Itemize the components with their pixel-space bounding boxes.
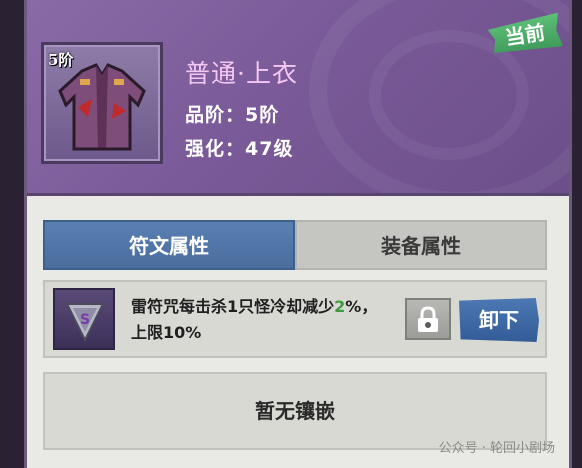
rune-lock-button[interactable] bbox=[405, 298, 451, 340]
rune-icon-frame[interactable]: S bbox=[53, 288, 115, 350]
unload-rune-button[interactable]: 卸下 bbox=[459, 298, 539, 342]
svg-text:S: S bbox=[80, 312, 90, 328]
rune-desc-value: 2 bbox=[334, 297, 346, 316]
tab-equipment-attributes[interactable]: 装备属性 bbox=[295, 220, 547, 270]
item-icon-frame[interactable]: 5阶 bbox=[41, 42, 163, 164]
attribute-tabs: 符文属性 装备属性 bbox=[43, 220, 547, 270]
rune-description: 雷符咒每击杀1只怪冷却减少2%，上限10% bbox=[131, 294, 393, 346]
rune-desc-main: 雷符咒每击杀1只怪冷却减少 bbox=[131, 297, 335, 316]
lock-icon bbox=[418, 306, 438, 332]
rune-gem-icon: S bbox=[65, 303, 105, 343]
item-header: 5阶 普通·上衣 品阶：5阶 强化：47级 当前 bbox=[27, 0, 569, 196]
item-name: 普通·上衣 bbox=[185, 59, 298, 88]
jacket-icon bbox=[58, 63, 146, 151]
tab-rune-attributes[interactable]: 符文属性 bbox=[43, 220, 295, 270]
item-rank: 品阶：5阶 bbox=[185, 104, 280, 126]
watermark: 公众号 · 轮回小剧场 bbox=[438, 441, 555, 456]
tier-badge: 5阶 bbox=[48, 51, 74, 69]
rune-slot: S 雷符咒每击杀1只怪冷却减少2%，上限10% 卸下 bbox=[43, 280, 547, 358]
item-enhance-level: 强化：47级 bbox=[185, 138, 294, 160]
equipment-panel: 5阶 普通·上衣 品阶：5阶 强化：47级 当前 符文属性 装备属性 S 雷符咒… bbox=[24, 0, 572, 468]
